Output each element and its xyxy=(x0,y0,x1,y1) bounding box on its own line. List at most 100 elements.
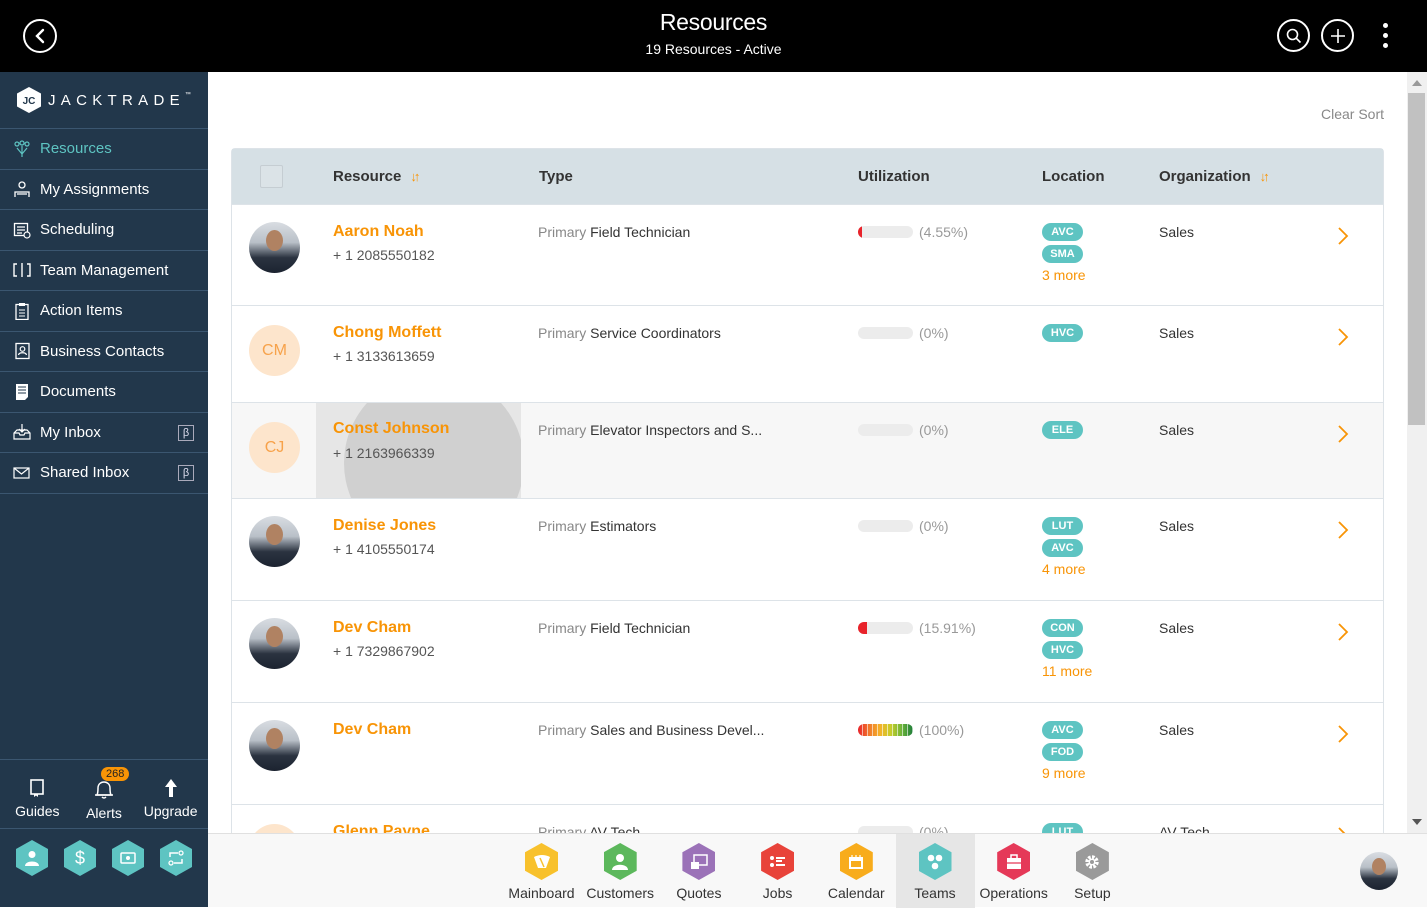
chevron-right-icon[interactable] xyxy=(1334,825,1352,833)
app-setup[interactable]: Setup xyxy=(1053,834,1132,908)
column-organization[interactable]: Organization ↓↑ xyxy=(1159,168,1270,185)
resource-name[interactable]: Aaron Noah xyxy=(333,223,424,241)
money-hex-icon xyxy=(120,852,136,864)
workflow-hex-button[interactable] xyxy=(160,840,192,876)
app-mainboard[interactable]: Mainboard xyxy=(502,834,581,908)
column-resource[interactable]: Resource ↓↑ xyxy=(333,168,420,185)
arrow-up-icon xyxy=(164,779,177,797)
location-tag[interactable]: SMA xyxy=(1042,245,1083,263)
clear-sort-link[interactable]: Clear Sort xyxy=(1321,106,1384,122)
location-tag[interactable]: FOD xyxy=(1042,743,1083,761)
column-utilization: Utilization xyxy=(858,168,930,185)
chevron-right-icon[interactable] xyxy=(1334,225,1352,247)
add-button[interactable] xyxy=(1321,19,1354,52)
sidebar-item-business-contacts[interactable]: Business Contacts xyxy=(0,332,208,372)
sidebar-item-shared-inbox[interactable]: Shared Inbox β xyxy=(0,453,208,494)
app-jobs[interactable]: Jobs xyxy=(738,834,817,908)
more-options-button[interactable] xyxy=(1373,19,1397,52)
resource-name[interactable]: Dev Cham xyxy=(333,721,411,739)
avatar[interactable] xyxy=(249,516,300,567)
location-tag[interactable]: CON xyxy=(1042,619,1083,637)
avatar[interactable] xyxy=(249,618,300,669)
chevron-right-icon[interactable] xyxy=(1334,423,1352,445)
location-tag[interactable]: HVC xyxy=(1042,641,1083,659)
app-label: Quotes xyxy=(676,885,722,901)
scroll-up-arrow[interactable] xyxy=(1412,80,1422,86)
location-tag[interactable]: LUT xyxy=(1042,517,1083,535)
sort-icon: ↓↑ xyxy=(410,169,420,184)
billing-hex-button[interactable]: $ xyxy=(64,840,96,876)
sidebar-item-label: Business Contacts xyxy=(40,342,165,360)
table-row[interactable]: CJ Const Johnson + 1 2163966339 Primary … xyxy=(232,402,1383,499)
chevron-right-icon[interactable] xyxy=(1334,519,1352,541)
table-row[interactable]: Glenn Payne Primary AV Tech (0%) LUT AV … xyxy=(232,804,1383,833)
resource-type: Primary Field Technician xyxy=(538,620,691,636)
sidebar-item-my-assignments[interactable]: My Assignments xyxy=(0,170,208,210)
sidebar-item-my-inbox[interactable]: My Inbox β xyxy=(0,413,208,453)
guides-button[interactable]: Guides xyxy=(4,760,70,828)
table-row[interactable]: Dev Cham Primary Sales and Business Deve… xyxy=(232,702,1383,804)
location-tag[interactable]: LUT xyxy=(1042,823,1083,833)
sidebar-item-scheduling[interactable]: Scheduling xyxy=(0,210,208,251)
app-teams[interactable]: Teams xyxy=(895,834,975,908)
user-avatar[interactable] xyxy=(1360,852,1398,890)
resource-name[interactable]: Dev Cham xyxy=(333,619,411,637)
select-all-checkbox[interactable] xyxy=(260,165,283,188)
resource-name[interactable]: Const Johnson xyxy=(333,420,449,438)
more-locations-link[interactable]: 3 more xyxy=(1042,267,1086,283)
table-row[interactable]: CM Chong Moffett + 1 3133613659 Primary … xyxy=(232,305,1383,402)
utilization-value: (100%) xyxy=(919,722,965,738)
resource-name[interactable]: Denise Jones xyxy=(333,517,436,535)
vertical-scrollbar[interactable] xyxy=(1407,72,1427,833)
location-tag[interactable]: AVC xyxy=(1042,539,1083,557)
table-header: Resource ↓↑ Type Utilization Location Org… xyxy=(232,149,1383,204)
organization: Sales xyxy=(1159,722,1195,738)
chevron-right-icon[interactable] xyxy=(1334,621,1352,643)
resource-phone: + 1 2163966339 xyxy=(333,445,435,461)
more-locations-link[interactable]: 9 more xyxy=(1042,765,1086,781)
resource-type: Primary AV Tech xyxy=(538,824,641,833)
resource-name[interactable]: Chong Moffett xyxy=(333,324,441,342)
avatar[interactable]: CM xyxy=(249,325,300,376)
location-tag[interactable]: AVC xyxy=(1042,223,1083,241)
utilization-bar xyxy=(858,226,913,238)
upgrade-button[interactable]: Upgrade xyxy=(138,760,204,828)
app-calendar[interactable]: Calendar xyxy=(817,834,896,908)
location-tag[interactable]: AVC xyxy=(1042,721,1083,739)
search-button[interactable] xyxy=(1277,19,1310,52)
sort-icon: ↓↑ xyxy=(1259,169,1270,184)
avatar[interactable] xyxy=(249,824,300,833)
avatar[interactable]: CJ xyxy=(249,422,300,473)
app-label: Teams xyxy=(914,885,956,901)
chevron-right-icon[interactable] xyxy=(1334,723,1352,745)
more-locations-link[interactable]: 4 more xyxy=(1042,561,1086,577)
table-row[interactable]: Dev Cham + 1 7329867902 Primary Field Te… xyxy=(232,600,1383,702)
avatar[interactable] xyxy=(249,720,300,771)
column-type: Type xyxy=(539,168,573,185)
app-operations[interactable]: Operations xyxy=(974,834,1053,908)
alerts-button[interactable]: 268 Alerts xyxy=(71,760,137,828)
sidebar-item-documents[interactable]: Documents xyxy=(0,372,208,413)
profile-hex-button[interactable] xyxy=(16,840,48,876)
app-quotes[interactable]: Quotes xyxy=(659,834,738,908)
sidebar-item-action-items[interactable]: Action Items xyxy=(0,291,208,332)
brand-logo[interactable]: JC JACKTRADE™ xyxy=(0,72,208,129)
table-row[interactable]: Aaron Noah + 1 2085550182 Primary Field … xyxy=(232,204,1383,305)
utilization-bar xyxy=(858,424,913,436)
money-hex-button[interactable] xyxy=(112,840,144,876)
sidebar-item-resources[interactable]: Resources xyxy=(0,129,208,170)
utilization: (0%) xyxy=(858,325,949,341)
sidebar-item-team-management[interactable]: Team Management xyxy=(0,251,208,291)
scrollbar-thumb[interactable] xyxy=(1408,93,1425,425)
table-row[interactable]: Denise Jones + 1 4105550174 Primary Esti… xyxy=(232,498,1383,600)
location-tag[interactable]: HVC xyxy=(1042,324,1083,342)
chevron-right-icon[interactable] xyxy=(1334,326,1352,348)
scroll-down-arrow[interactable] xyxy=(1412,819,1422,825)
location-tag[interactable]: ELE xyxy=(1042,421,1083,439)
avatar[interactable] xyxy=(249,222,300,273)
more-locations-link[interactable]: 11 more xyxy=(1042,663,1092,679)
resource-name[interactable]: Glenn Payne xyxy=(333,823,430,833)
resources-icon xyxy=(13,140,31,158)
app-customers[interactable]: Customers xyxy=(581,834,660,908)
sidebar-item-label: Scheduling xyxy=(40,221,115,239)
